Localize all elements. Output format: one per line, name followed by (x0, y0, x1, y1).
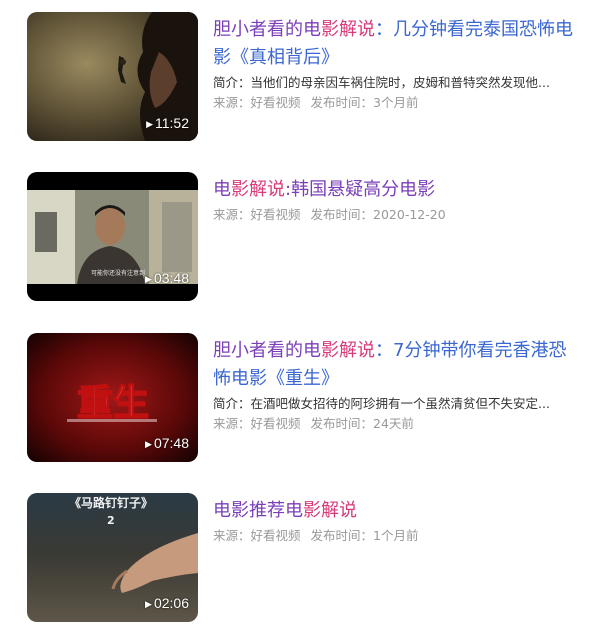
result-meta: 来源：好看视频 发布时间：2020-12-20 (213, 206, 575, 224)
publish-time: 发布时间：1个月前 (310, 528, 419, 543)
source-text: 来源：好看视频 (213, 528, 301, 543)
video-thumbnail[interactable]: 可能你还没有注意到 ▶ 03:48 (27, 172, 198, 301)
title-highlight: 影解说 (303, 500, 357, 521)
play-icon: ▶ (146, 119, 153, 129)
result-info: 胆小者看的电影解说：几分钟看完泰国恐怖电影《真相背后》 简介：当他们的母亲因车祸… (213, 16, 575, 112)
video-thumbnail[interactable]: ▶ 11:52 (27, 12, 198, 141)
thumb-subtitle: 可能你还没有注意到 (91, 269, 145, 277)
result-title-link[interactable]: 胆小者看的电影解说：几分钟看完泰国恐怖电影《真相背后》 (213, 16, 575, 72)
play-icon: ▶ (145, 274, 152, 284)
video-thumbnail[interactable]: 重生 ▶ 07:48 (27, 333, 198, 462)
title-part: 胆小者看的电 (213, 340, 321, 361)
duration-text: 07:48 (153, 435, 189, 451)
result-title-link[interactable]: 胆小者看的电影解说：7分钟带你看完香港恐怖电影《重生》 (213, 337, 575, 393)
title-highlight: 影解说 (321, 340, 375, 361)
result-meta: 来源：好看视频 发布时间：1个月前 (213, 527, 575, 545)
source-text: 来源：好看视频 (213, 95, 301, 110)
duration-badge: ▶ 11:52 (146, 115, 189, 132)
play-icon: ▶ (145, 599, 152, 609)
title-part: :韩国悬疑高分电影 (285, 179, 436, 200)
result-info: 电影解说:韩国悬疑高分电影 来源：好看视频 发布时间：2020-12-20 (213, 176, 575, 224)
video-thumbnail[interactable]: 《马路钉钉子》 2 ▶ 02:06 (27, 493, 198, 622)
publish-time: 发布时间：2020-12-20 (310, 207, 446, 222)
publish-time: 发布时间：24天前 (310, 416, 414, 431)
duration-text: 03:48 (153, 270, 189, 286)
duration-text: 11:52 (155, 115, 189, 131)
source-text: 来源：好看视频 (213, 207, 301, 222)
title-part: 电影推荐电 (213, 500, 303, 521)
result-info: 胆小者看的电影解说：7分钟带你看完香港恐怖电影《重生》 简介：在酒吧做女招待的阿… (213, 337, 575, 433)
result-title-link[interactable]: 电影解说:韩国悬疑高分电影 (213, 176, 575, 204)
duration-text: 02:06 (153, 595, 189, 611)
duration-badge: ▶ 07:48 (145, 435, 189, 452)
result-meta: 来源：好看视频 发布时间：3个月前 (213, 94, 575, 112)
publish-time: 发布时间：3个月前 (310, 95, 419, 110)
result-info: 电影推荐电影解说 来源：好看视频 发布时间：1个月前 (213, 497, 575, 545)
duration-badge: ▶ 02:06 (145, 595, 189, 612)
result-meta: 来源：好看视频 发布时间：24天前 (213, 415, 575, 433)
title-highlight: 影解说 (231, 179, 285, 200)
title-highlight: 影解说 (321, 19, 375, 40)
duration-badge: ▶ 03:48 (145, 270, 189, 287)
play-icon: ▶ (145, 439, 152, 449)
thumb-title: 《马路钉钉子》 (69, 495, 153, 510)
source-text: 来源：好看视频 (213, 416, 301, 431)
result-description: 简介：当他们的母亲因车祸住院时，皮姆和普特突然发现他... (213, 75, 550, 90)
title-part: 胆小者看的电 (213, 19, 321, 40)
poster-title: 重生 (77, 382, 149, 424)
result-title-link[interactable]: 电影推荐电影解说 (213, 497, 575, 525)
result-description: 简介：在酒吧做女招待的阿珍拥有一个虽然清贫但不失安定... (213, 396, 550, 411)
thumb-episode: 2 (107, 514, 115, 527)
title-part: 电 (213, 179, 231, 200)
